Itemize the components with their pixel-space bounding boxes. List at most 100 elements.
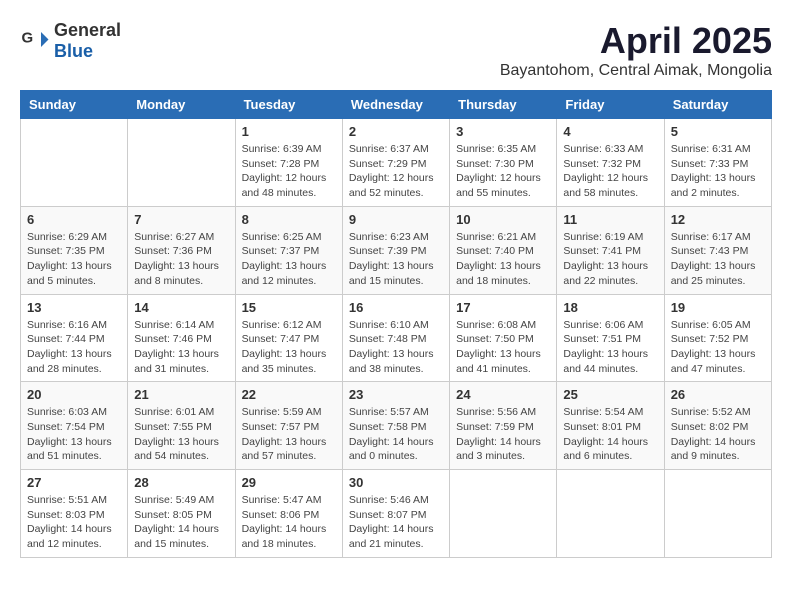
calendar-cell: 3 Sunrise: 6:35 AM Sunset: 7:30 PM Daylig… [450, 119, 557, 207]
day-info: Sunrise: 6:35 AM Sunset: 7:30 PM Dayligh… [456, 142, 550, 201]
day-info: Sunrise: 6:25 AM Sunset: 7:37 PM Dayligh… [242, 230, 336, 289]
day-number: 6 [27, 212, 121, 227]
day-info: Sunrise: 6:33 AM Sunset: 7:32 PM Dayligh… [563, 142, 657, 201]
day-info: Sunrise: 5:47 AM Sunset: 8:06 PM Dayligh… [242, 493, 336, 552]
calendar-cell: 25 Sunrise: 5:54 AM Sunset: 8:01 PM Dayli… [557, 382, 664, 470]
calendar-week-row: 13Sunrise: 6:16 AM Sunset: 7:44 PM Dayli… [21, 294, 772, 382]
day-number: 25 [563, 387, 657, 402]
day-number: 8 [242, 212, 336, 227]
day-info: Sunrise: 5:49 AM Sunset: 8:05 PM Dayligh… [134, 493, 228, 552]
day-number: 20 [27, 387, 121, 402]
weekday-header: Thursday [450, 91, 557, 119]
calendar-cell: 5 Sunrise: 6:31 AM Sunset: 7:33 PM Daylig… [664, 119, 771, 207]
page-header: G General Blue April 2025 Bayantohom, Ce… [20, 20, 772, 80]
day-info: Sunrise: 6:19 AM Sunset: 7:41 PM Dayligh… [563, 230, 657, 289]
day-number: 7 [134, 212, 228, 227]
day-info: Sunrise: 5:56 AM Sunset: 7:59 PM Dayligh… [456, 405, 550, 464]
day-number: 29 [242, 475, 336, 490]
calendar-cell: 14 Sunrise: 6:14 AM Sunset: 7:46 PM Dayli… [128, 294, 235, 382]
logo-general: General [54, 20, 121, 40]
calendar-cell: 2 Sunrise: 6:37 AM Sunset: 7:29 PM Daylig… [342, 119, 449, 207]
calendar-cell [450, 470, 557, 558]
day-info: Sunrise: 6:27 AM Sunset: 7:36 PM Dayligh… [134, 230, 228, 289]
day-number: 1 [242, 124, 336, 139]
weekday-header: Saturday [664, 91, 771, 119]
day-number: 9 [349, 212, 443, 227]
calendar-cell: 20Sunrise: 6:03 AM Sunset: 7:54 PM Dayli… [21, 382, 128, 470]
calendar-cell: 16 Sunrise: 6:10 AM Sunset: 7:48 PM Dayli… [342, 294, 449, 382]
day-number: 28 [134, 475, 228, 490]
day-number: 11 [563, 212, 657, 227]
calendar-cell: 29 Sunrise: 5:47 AM Sunset: 8:06 PM Dayli… [235, 470, 342, 558]
calendar-cell: 10 Sunrise: 6:21 AM Sunset: 7:40 PM Dayli… [450, 206, 557, 294]
day-number: 18 [563, 300, 657, 315]
calendar-cell [557, 470, 664, 558]
calendar-cell [128, 119, 235, 207]
day-number: 24 [456, 387, 550, 402]
calendar-cell: 19 Sunrise: 6:05 AM Sunset: 7:52 PM Dayli… [664, 294, 771, 382]
calendar-cell: 15 Sunrise: 6:12 AM Sunset: 7:47 PM Dayli… [235, 294, 342, 382]
weekday-header: Tuesday [235, 91, 342, 119]
calendar-cell: 4 Sunrise: 6:33 AM Sunset: 7:32 PM Daylig… [557, 119, 664, 207]
day-info: Sunrise: 6:31 AM Sunset: 7:33 PM Dayligh… [671, 142, 765, 201]
day-info: Sunrise: 6:12 AM Sunset: 7:47 PM Dayligh… [242, 318, 336, 377]
day-info: Sunrise: 6:23 AM Sunset: 7:39 PM Dayligh… [349, 230, 443, 289]
calendar-cell: 13Sunrise: 6:16 AM Sunset: 7:44 PM Dayli… [21, 294, 128, 382]
calendar-cell: 6 Sunrise: 6:29 AM Sunset: 7:35 PM Daylig… [21, 206, 128, 294]
weekday-header: Wednesday [342, 91, 449, 119]
day-info: Sunrise: 6:29 AM Sunset: 7:35 PM Dayligh… [27, 230, 121, 289]
day-number: 19 [671, 300, 765, 315]
calendar-cell: 7 Sunrise: 6:27 AM Sunset: 7:36 PM Daylig… [128, 206, 235, 294]
calendar-cell: 23 Sunrise: 5:57 AM Sunset: 7:58 PM Dayli… [342, 382, 449, 470]
day-number: 16 [349, 300, 443, 315]
day-info: Sunrise: 6:05 AM Sunset: 7:52 PM Dayligh… [671, 318, 765, 377]
calendar-cell: 22Sunrise: 5:59 AM Sunset: 7:57 PM Dayli… [235, 382, 342, 470]
day-number: 5 [671, 124, 765, 139]
calendar-cell: 26Sunrise: 5:52 AM Sunset: 8:02 PM Dayli… [664, 382, 771, 470]
day-info: Sunrise: 6:21 AM Sunset: 7:40 PM Dayligh… [456, 230, 550, 289]
logo-blue: Blue [54, 41, 93, 61]
calendar-cell [21, 119, 128, 207]
day-number: 12 [671, 212, 765, 227]
day-info: Sunrise: 6:01 AM Sunset: 7:55 PM Dayligh… [134, 405, 228, 464]
day-number: 2 [349, 124, 443, 139]
day-info: Sunrise: 6:06 AM Sunset: 7:51 PM Dayligh… [563, 318, 657, 377]
calendar-cell: 24 Sunrise: 5:56 AM Sunset: 7:59 PM Dayli… [450, 382, 557, 470]
day-number: 3 [456, 124, 550, 139]
calendar-cell: 18 Sunrise: 6:06 AM Sunset: 7:51 PM Dayli… [557, 294, 664, 382]
day-number: 27 [27, 475, 121, 490]
day-info: Sunrise: 5:54 AM Sunset: 8:01 PM Dayligh… [563, 405, 657, 464]
day-info: Sunrise: 6:37 AM Sunset: 7:29 PM Dayligh… [349, 142, 443, 201]
calendar-cell: 27 Sunrise: 5:51 AM Sunset: 8:03 PM Dayli… [21, 470, 128, 558]
day-info: Sunrise: 6:14 AM Sunset: 7:46 PM Dayligh… [134, 318, 228, 377]
day-info: Sunrise: 6:39 AM Sunset: 7:28 PM Dayligh… [242, 142, 336, 201]
calendar-cell: 17Sunrise: 6:08 AM Sunset: 7:50 PM Dayli… [450, 294, 557, 382]
calendar-cell: 11 Sunrise: 6:19 AM Sunset: 7:41 PM Dayli… [557, 206, 664, 294]
calendar-cell: 1 Sunrise: 6:39 AM Sunset: 7:28 PM Daylig… [235, 119, 342, 207]
day-number: 4 [563, 124, 657, 139]
day-number: 15 [242, 300, 336, 315]
logo-icon: G [20, 26, 50, 56]
logo: G General Blue [20, 20, 121, 62]
weekday-header: Friday [557, 91, 664, 119]
month-title: April 2025 [500, 20, 772, 62]
day-info: Sunrise: 5:57 AM Sunset: 7:58 PM Dayligh… [349, 405, 443, 464]
calendar-cell: 30Sunrise: 5:46 AM Sunset: 8:07 PM Dayli… [342, 470, 449, 558]
day-info: Sunrise: 5:59 AM Sunset: 7:57 PM Dayligh… [242, 405, 336, 464]
calendar-week-row: 20Sunrise: 6:03 AM Sunset: 7:54 PM Dayli… [21, 382, 772, 470]
day-info: Sunrise: 5:46 AM Sunset: 8:07 PM Dayligh… [349, 493, 443, 552]
day-number: 13 [27, 300, 121, 315]
calendar-header-row: SundayMondayTuesdayWednesdayThursdayFrid… [21, 91, 772, 119]
calendar-cell: 21Sunrise: 6:01 AM Sunset: 7:55 PM Dayli… [128, 382, 235, 470]
svg-text:G: G [22, 30, 34, 47]
title-area: April 2025 Bayantohom, Central Aimak, Mo… [500, 20, 772, 80]
day-info: Sunrise: 5:51 AM Sunset: 8:03 PM Dayligh… [27, 493, 121, 552]
calendar-cell: 9 Sunrise: 6:23 AM Sunset: 7:39 PM Daylig… [342, 206, 449, 294]
calendar-week-row: 27 Sunrise: 5:51 AM Sunset: 8:03 PM Dayli… [21, 470, 772, 558]
day-number: 23 [349, 387, 443, 402]
day-number: 14 [134, 300, 228, 315]
day-info: Sunrise: 6:10 AM Sunset: 7:48 PM Dayligh… [349, 318, 443, 377]
day-number: 10 [456, 212, 550, 227]
day-info: Sunrise: 6:17 AM Sunset: 7:43 PM Dayligh… [671, 230, 765, 289]
calendar-week-row: 6 Sunrise: 6:29 AM Sunset: 7:35 PM Daylig… [21, 206, 772, 294]
